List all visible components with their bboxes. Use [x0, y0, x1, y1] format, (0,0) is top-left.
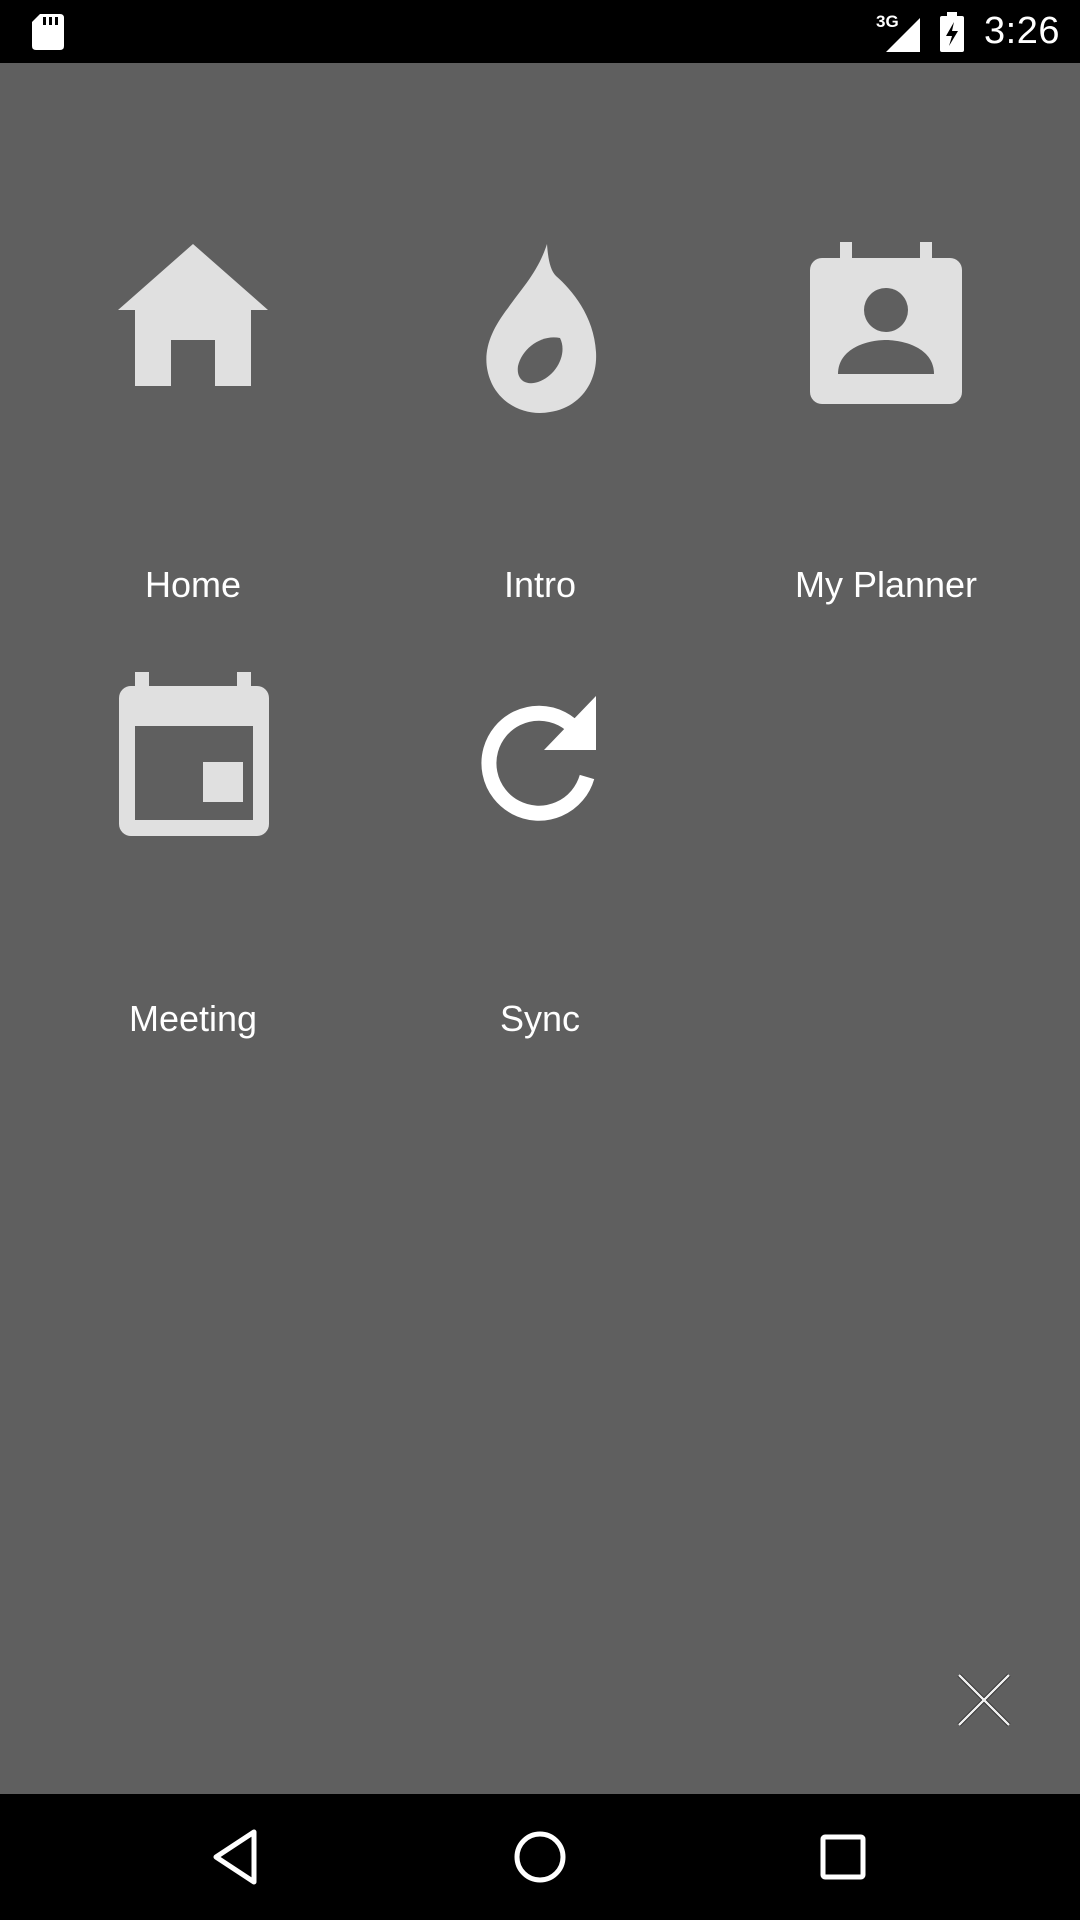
sync-icon — [450, 670, 630, 850]
status-bar: 3G 3:26 — [0, 0, 1080, 63]
back-icon — [213, 1829, 257, 1885]
recents-icon — [820, 1834, 866, 1880]
menu-overlay: Home Intro My Planner Meeting Sync — [0, 63, 1080, 1794]
close-icon — [957, 1673, 1011, 1727]
screen: 3G 3:26 Home Intro My Planner Meeting Sy… — [0, 0, 1080, 1920]
status-time: 3:26 — [984, 10, 1060, 52]
signal-icon: 3G — [876, 12, 921, 52]
sd-card-icon — [32, 14, 64, 50]
menu-item-label: Sync — [499, 998, 581, 1039]
menu-item-label: My Planner — [794, 564, 978, 605]
home-icon — [103, 236, 283, 416]
menu-item-label: Meeting — [128, 998, 258, 1039]
menu-item-sync[interactable]: Sync — [367, 560, 713, 1039]
event-calendar-icon — [103, 670, 283, 850]
navigation-bar — [0, 1794, 1080, 1920]
back-button[interactable] — [204, 1824, 270, 1890]
menu-item-meeting[interactable]: Meeting — [20, 560, 366, 1039]
recents-button[interactable] — [810, 1824, 876, 1890]
menu-item-home[interactable]: Home — [20, 126, 366, 605]
menu-item-intro[interactable]: Intro — [367, 126, 713, 605]
close-button[interactable] — [955, 1671, 1013, 1729]
home-nav-button[interactable] — [507, 1824, 573, 1890]
battery-charging-icon — [938, 11, 966, 52]
menu-item-my-planner[interactable]: My Planner — [713, 126, 1059, 605]
home-circle-icon — [514, 1831, 566, 1883]
contact-calendar-icon — [796, 236, 976, 416]
status-icons: 3G 3:26 — [876, 0, 1060, 63]
flame-icon — [450, 236, 630, 416]
